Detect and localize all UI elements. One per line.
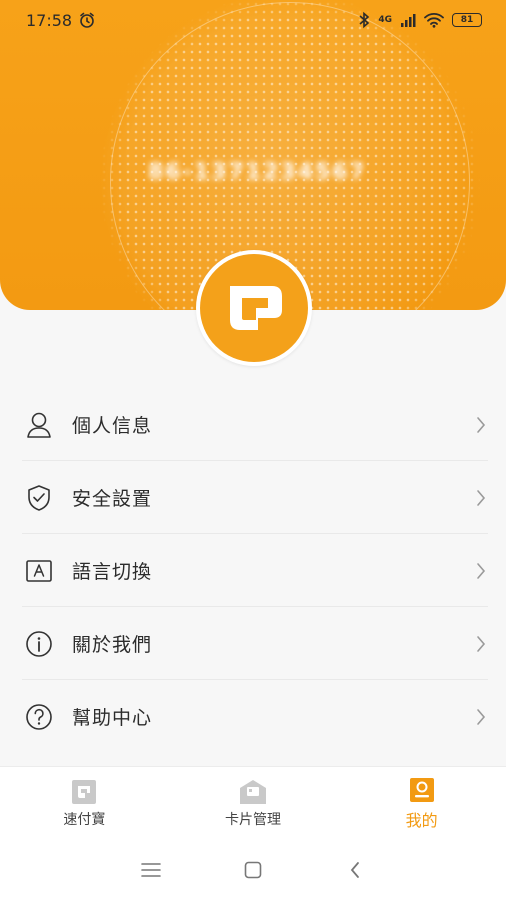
settings-menu: 個人信息 安全設置 語言切換 關於我們 幫助中心 — [0, 388, 506, 753]
back-button[interactable] — [335, 850, 375, 890]
battery-indicator: 81 — [452, 13, 482, 27]
menu-item-label: 個人信息 — [72, 415, 153, 437]
wallet-app-icon — [72, 779, 97, 804]
menu-lines-icon — [141, 863, 161, 877]
language-icon — [22, 554, 56, 588]
account-id: 86-13712345678 — [148, 160, 362, 185]
tab-my-profile[interactable]: 我的 — [352, 777, 492, 831]
avatar[interactable] — [196, 250, 312, 366]
nav-label: 我的 — [405, 810, 438, 830]
chevron-right-icon — [474, 416, 488, 434]
nav-label: 卡片管理 — [224, 811, 281, 828]
help-icon — [22, 700, 56, 734]
app-logo-avatar — [200, 254, 308, 362]
menu-button[interactable] — [131, 850, 171, 890]
menu-item-label: 幫助中心 — [72, 707, 153, 729]
profile-card-icon — [409, 777, 434, 802]
menu-item-language[interactable]: 語言切換 — [0, 534, 506, 607]
chevron-right-icon — [474, 562, 488, 580]
menu-item-personal-info[interactable]: 個人信息 — [0, 388, 506, 461]
menu-item-label: 關於我們 — [72, 634, 153, 656]
bluetooth-icon — [359, 11, 370, 29]
status-bar: 17:58 4G 81 — [0, 0, 506, 40]
signal-icon — [401, 14, 416, 27]
status-time: 17:58 — [26, 10, 73, 30]
card-management-icon — [239, 779, 266, 804]
menu-item-label: 安全設置 — [72, 488, 153, 510]
menu-item-label: 語言切換 — [72, 561, 153, 583]
chevron-right-icon — [474, 635, 488, 653]
back-arrow-icon — [350, 862, 359, 878]
shield-check-icon — [22, 481, 56, 515]
system-navigation-bar — [0, 840, 506, 900]
user-icon — [22, 408, 56, 442]
wifi-icon — [424, 13, 444, 28]
menu-item-help-center[interactable]: 幫助中心 — [0, 680, 506, 753]
network-type: 4G — [378, 15, 392, 25]
home-button[interactable] — [233, 850, 273, 890]
bottom-navigation: 速付寶 卡片管理 我的 — [0, 766, 506, 840]
chevron-right-icon — [474, 708, 488, 726]
menu-item-security[interactable]: 安全設置 — [0, 461, 506, 534]
info-icon — [22, 627, 56, 661]
app-logo-icon — [230, 286, 282, 330]
nav-label: 速付寶 — [63, 811, 106, 828]
alarm-icon — [80, 12, 94, 28]
chevron-right-icon — [474, 489, 488, 507]
home-square-icon — [244, 861, 262, 879]
menu-item-about-us[interactable]: 關於我們 — [0, 607, 506, 680]
tab-card-management[interactable]: 卡片管理 — [183, 779, 323, 829]
tab-wallet[interactable]: 速付寶 — [14, 779, 154, 829]
